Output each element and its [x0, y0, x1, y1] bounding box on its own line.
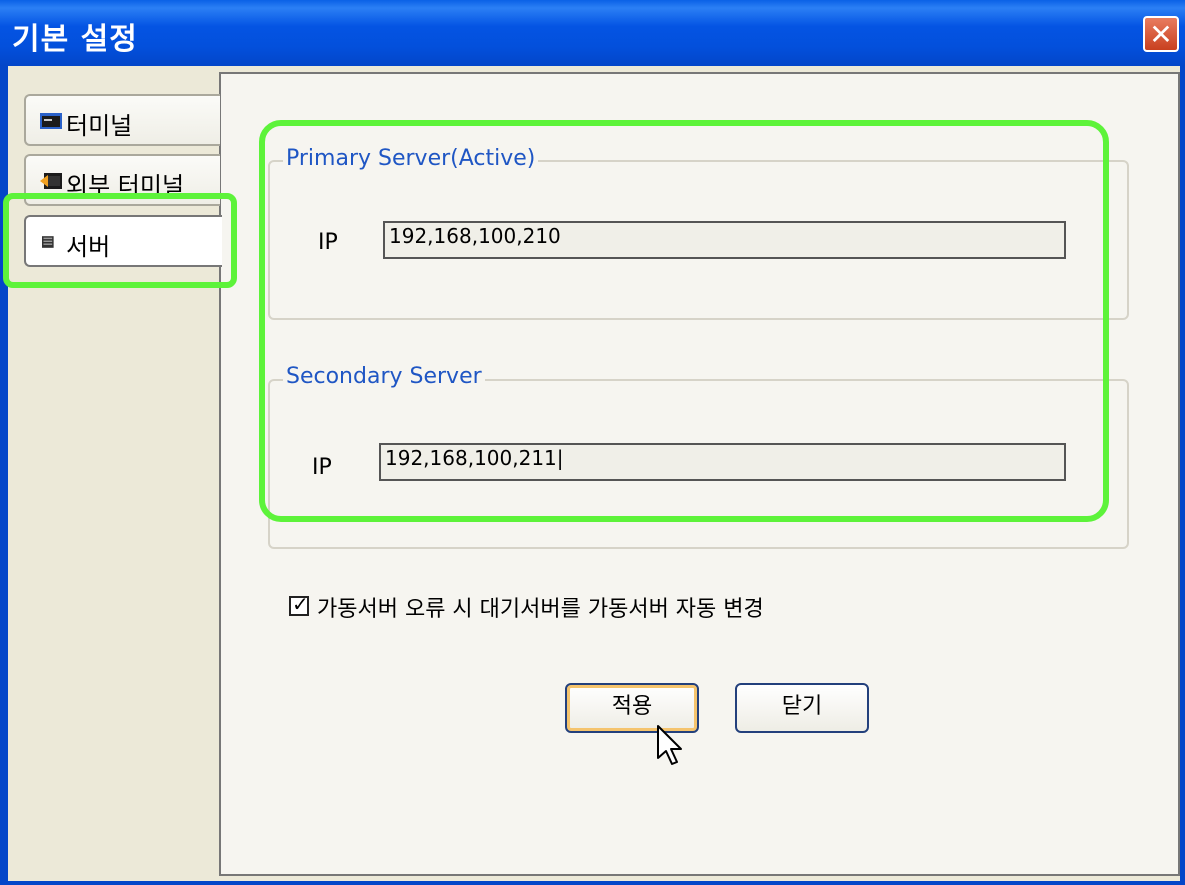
server-groups-highlight: [259, 120, 1109, 522]
tab-terminal[interactable]: 터미널: [24, 94, 220, 146]
server-icon: [42, 236, 54, 248]
external-terminal-icon: [40, 173, 62, 189]
close-icon: ✕: [1149, 18, 1173, 51]
checkmark-icon: ✓: [292, 592, 309, 616]
tab-label: 터미널: [66, 112, 133, 140]
close-window-button[interactable]: ✕: [1143, 16, 1179, 52]
settings-dialog: 기본 설정 ✕ 터미널 외부 터미널 서버 Primary Server(Act: [0, 0, 1185, 885]
auto-switch-label[interactable]: 가동서버 오류 시 대기서버를 가동서버 자동 변경: [317, 591, 764, 623]
window-frame-left: [0, 66, 8, 885]
window-frame-right: [1180, 66, 1185, 885]
mouse-cursor-icon: [657, 725, 682, 765]
close-button[interactable]: 닫기: [735, 683, 869, 733]
tab-label: 서버: [66, 233, 111, 261]
tab-server[interactable]: 서버: [24, 215, 222, 267]
window-title: 기본 설정: [12, 22, 138, 57]
title-bar[interactable]: 기본 설정 ✕: [0, 0, 1185, 66]
auto-switch-checkbox[interactable]: ✓: [289, 592, 309, 616]
window-frame-bottom: [0, 881, 1185, 885]
terminal-icon: [40, 113, 62, 129]
